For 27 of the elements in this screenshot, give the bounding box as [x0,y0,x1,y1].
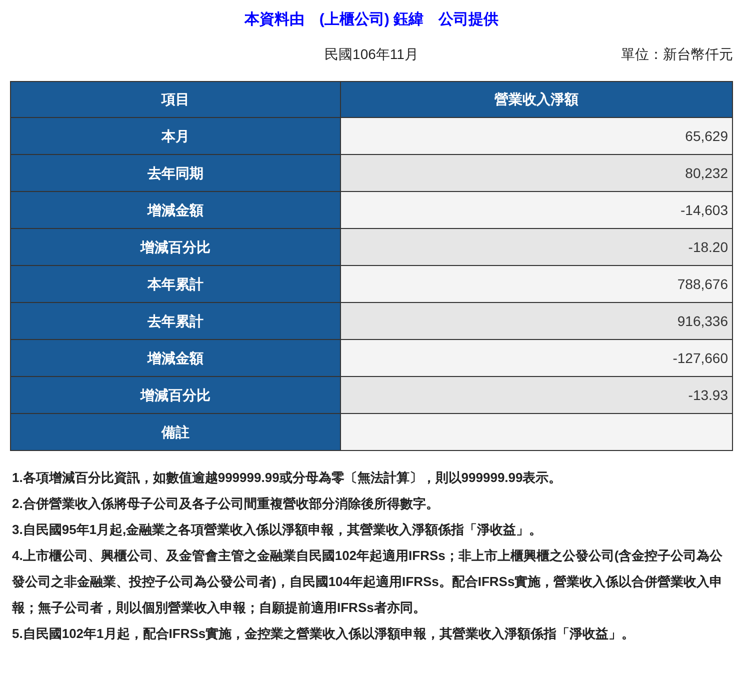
value-cell: -127,660 [340,340,732,376]
row-label: 增減金額 [10,340,340,376]
row-label: 增減百分比 [10,376,340,414]
note-text: 3.自民國95年1月起,金融業之各項營業收入係以淨額申報，其營業收入淨額係指「淨收益」。 [12,521,544,539]
row-label: 本年累計 [10,266,340,302]
row-label: 增減金額 [10,192,340,228]
value-cell: 916,336 [340,302,732,340]
value-cell: -13.93 [340,376,732,414]
column-header: 營業收入淨額 [340,82,732,118]
note-text: 5.自民國102年1月起，配合IFRSs實施，金控業之營業收入係以淨額申報，其營業收入淨額係指「淨收益」。 [12,625,636,643]
row-label: 本月 [10,118,340,154]
value-cell: 80,232 [340,154,732,192]
note-text: 2.合併營業收入係將母子公司及各子公司間重複營收部分消除後所得數字。 [12,495,440,513]
row-label: 備註 [10,414,340,450]
row-label: 去年同期 [10,154,340,192]
row-label: 去年累計 [10,302,340,340]
row-label: 增減百分比 [10,228,340,266]
column-header: 項目 [10,82,340,118]
page-title: 本資料由 (上櫃公司) 鈺緯 公司提供 [244,11,499,28]
value-cell: 788,676 [340,266,732,302]
value-cell: -14,603 [340,192,732,228]
unit-label: 單位：新台幣仟元 [621,45,733,64]
note-text: 1.各項增減百分比資訊，如數值逾越999999.99或分母為零〔無法計算〕，則以999999.99表示。 [12,469,563,487]
period-label: 民國106年11月 [324,45,418,64]
note-text: 4.上市櫃公司、興櫃公司、及金管會主管之金融業自民國102年起適用IFRSs；非上市上櫃興櫃之公發公司(含金控子公司為公發公司之非金融業、投控子公司為公發公司者)，自民國104年起適用IFRSs。配合IFRSs實施，營業收入係以合併營業收入申報；無子公司者，則以個別營業收入申報；自願提前適用IFRSs者亦同。 [12,547,724,617]
value-cell: -18.20 [340,228,732,266]
value-cell: 65,629 [340,118,732,154]
